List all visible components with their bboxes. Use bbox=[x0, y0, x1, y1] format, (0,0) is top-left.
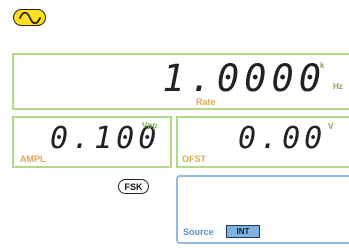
rate-label: Rate bbox=[196, 97, 216, 107]
source-label: Source bbox=[183, 227, 214, 237]
fsk-button[interactable]: FSK bbox=[118, 179, 149, 194]
ofst-value: 0.00 bbox=[238, 121, 327, 156]
rate-display-panel[interactable]: 1.0000 k Hz Rate bbox=[12, 53, 349, 110]
source-int-badge[interactable]: INT bbox=[226, 225, 260, 238]
ampl-display-panel[interactable]: 0.100 Vpp AMPL bbox=[12, 116, 172, 168]
rate-unit: Hz bbox=[333, 82, 343, 91]
ampl-unit: Vpp bbox=[142, 121, 158, 130]
waveform-button[interactable] bbox=[13, 9, 46, 26]
sine-wave-icon bbox=[18, 11, 41, 24]
ofst-label: OFST bbox=[182, 154, 206, 164]
ampl-label: AMPL bbox=[20, 154, 46, 164]
ofst-unit: V bbox=[328, 122, 334, 131]
source-panel: Source INT bbox=[176, 175, 349, 244]
rate-unit-prefix: k bbox=[320, 61, 325, 70]
rate-value: 1.0000 bbox=[162, 57, 326, 100]
ofst-display-panel[interactable]: 0.00 V OFST bbox=[176, 116, 349, 168]
